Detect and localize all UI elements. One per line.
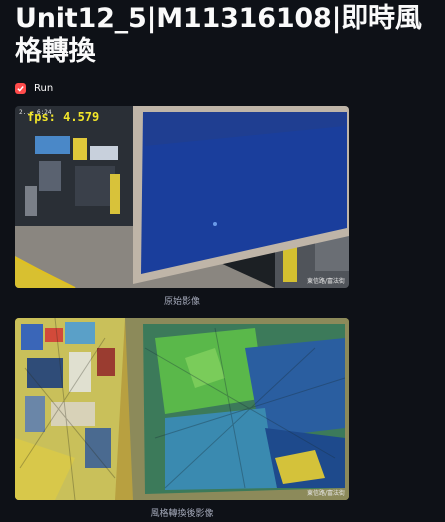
styled-location-overlay: 東信路/富法街: [306, 490, 345, 497]
location-overlay: 東信路/富法街: [306, 278, 345, 285]
checkbox-checked-icon[interactable]: [15, 82, 26, 94]
fps-overlay: fps: 4.579: [27, 110, 100, 124]
original-image: 2... 6:24 fps: 4.579 東信路/富法街: [15, 106, 349, 288]
page-title: Unit12_5|M11316108|即時風格轉換: [15, 3, 422, 67]
run-checkbox[interactable]: Run: [15, 80, 53, 96]
original-image-caption: 原始影像: [163, 297, 200, 307]
styled-image-caption: 風格轉換後影像: [150, 509, 214, 519]
run-label: Run: [34, 82, 54, 94]
styled-image: 東信路/富法街: [15, 318, 349, 500]
